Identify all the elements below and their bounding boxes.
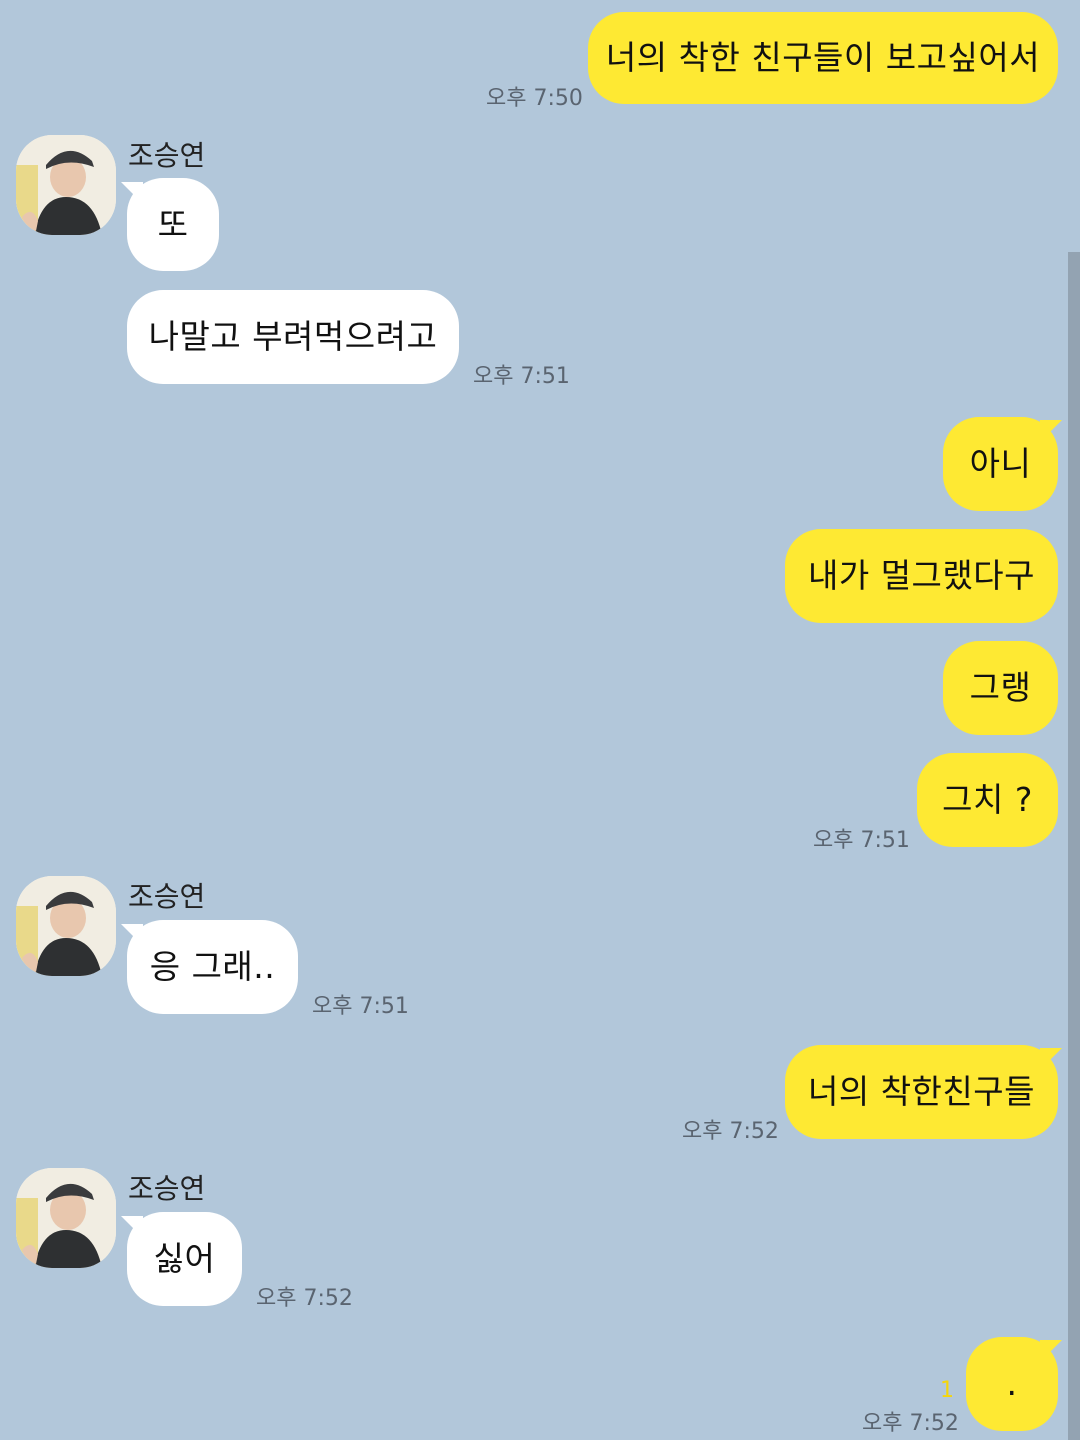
my-message-bubble[interactable]: 내가 멀그랬다구 (785, 529, 1058, 623)
message-timestamp: 오후 7:52 (862, 1411, 959, 1436)
message-text: 내가 멀그랬다구 (807, 556, 1035, 595)
message-text: 또 (157, 204, 189, 244)
message-timestamp: 오후 7:51 (312, 994, 409, 1019)
message-timestamp: 오후 7:51 (473, 364, 570, 389)
message-text: 응 그래.. (149, 947, 276, 986)
contact-name: 조승연 (128, 880, 206, 913)
message-text: 아니 (969, 444, 1032, 483)
contact-message-bubble[interactable]: 나말고 부려먹으려고 (127, 290, 459, 384)
chat-room: 너의 착한 친구들이 보고싶어서 오후 7:50 조승연 또 나말고 부려먹으려… (0, 0, 1080, 1440)
message-text: 그치 ? (942, 780, 1033, 819)
profile-photo-icon (16, 1168, 116, 1268)
message-text: 나말고 부려먹으려고 (148, 317, 438, 356)
profile-photo-icon (16, 135, 116, 235)
message-timestamp: 오후 7:51 (813, 828, 910, 853)
message-timestamp: 오후 7:52 (256, 1286, 353, 1311)
my-message-bubble[interactable]: 그치 ? (917, 753, 1058, 847)
contact-message-bubble[interactable]: 싫어 (127, 1212, 242, 1306)
my-message-bubble[interactable]: 너의 착한친구들 (785, 1045, 1058, 1139)
message-text: 너의 착한 친구들이 보고싶어서 (605, 38, 1041, 77)
contact-message-bubble[interactable]: 응 그래.. (127, 920, 298, 1014)
message-text: 너의 착한친구들 (807, 1072, 1035, 1111)
contact-avatar[interactable] (16, 135, 116, 235)
message-text: 싫어 (153, 1239, 216, 1278)
contact-avatar[interactable] (16, 1168, 116, 1268)
unread-count: 1 (940, 1378, 954, 1403)
message-text: . (1006, 1364, 1018, 1403)
my-message-bubble[interactable]: 그랭 (943, 641, 1058, 735)
message-timestamp: 오후 7:52 (682, 1119, 779, 1144)
my-message-bubble[interactable]: 아니 (943, 417, 1058, 511)
message-timestamp: 오후 7:50 (486, 86, 583, 111)
profile-photo-icon (16, 876, 116, 976)
contact-name: 조승연 (128, 139, 206, 172)
contact-avatar[interactable] (16, 876, 116, 976)
message-text: 그랭 (969, 668, 1032, 707)
contact-message-bubble[interactable]: 또 (127, 178, 219, 271)
contact-name: 조승연 (128, 1172, 206, 1205)
my-message-bubble[interactable]: 너의 착한 친구들이 보고싶어서 (588, 12, 1058, 104)
my-message-bubble[interactable]: . (966, 1337, 1058, 1431)
scrollbar[interactable] (1068, 252, 1080, 1440)
